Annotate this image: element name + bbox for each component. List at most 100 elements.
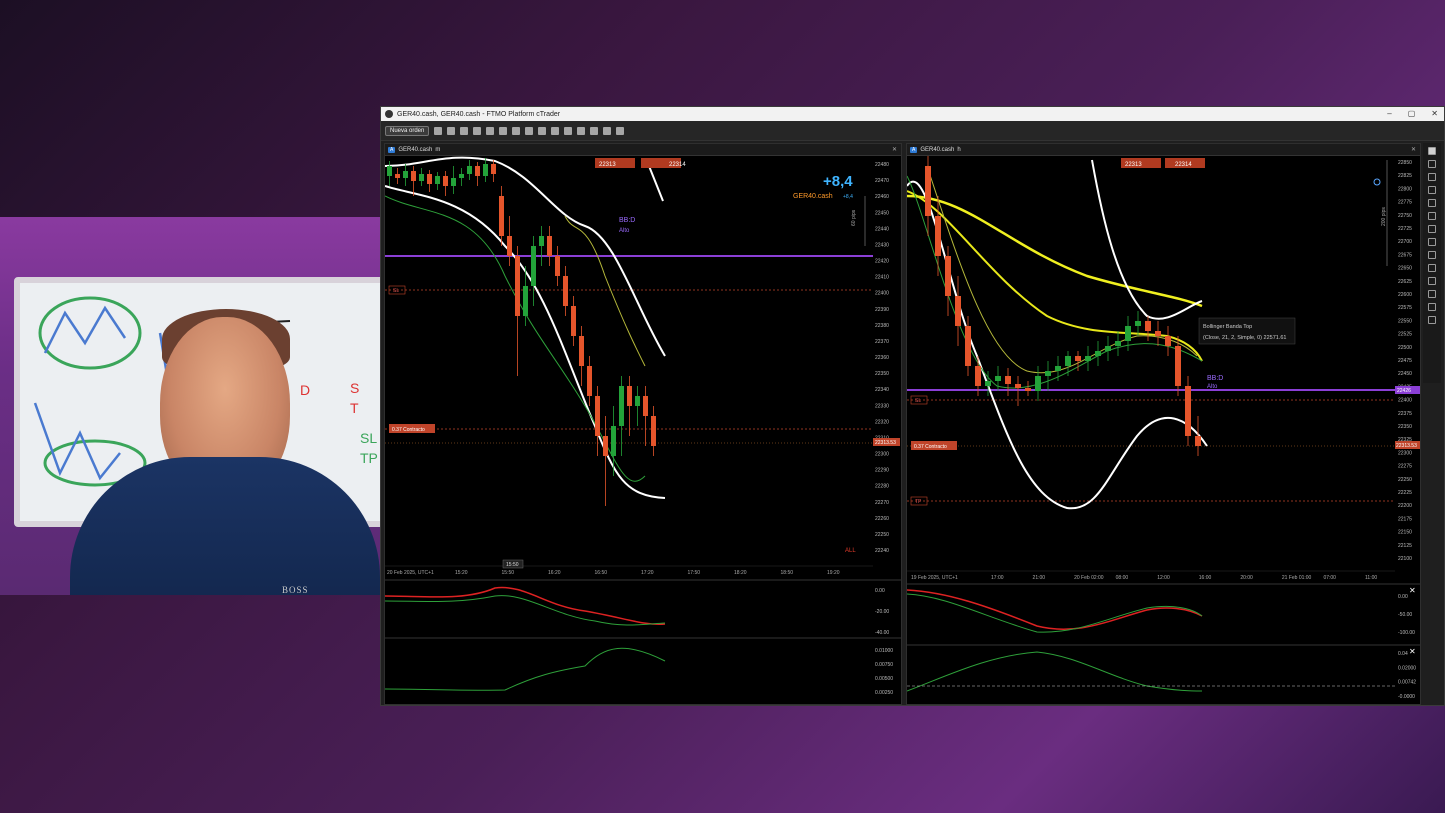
candle[interactable]: [1095, 351, 1101, 356]
link-icon[interactable]: [603, 126, 612, 135]
chart-tab-right[interactable]: A GER40.cash h ✕: [907, 144, 1420, 156]
candle[interactable]: [403, 171, 408, 178]
color-icon[interactable]: [1428, 277, 1436, 285]
trend-line-icon[interactable]: [1428, 186, 1436, 194]
candle[interactable]: [1005, 376, 1011, 384]
channel-icon[interactable]: [1428, 212, 1436, 220]
candle[interactable]: [547, 236, 552, 256]
close-chart-icon[interactable]: ✕: [1411, 146, 1416, 153]
timeframe-label[interactable]: m: [435, 147, 440, 153]
eye-icon[interactable]: [564, 126, 573, 135]
candle[interactable]: [627, 386, 632, 406]
crosshair-icon[interactable]: [1428, 160, 1436, 168]
candle[interactable]: [563, 276, 568, 306]
more-icon[interactable]: [616, 126, 625, 135]
candle[interactable]: [1125, 326, 1131, 341]
text-icon[interactable]: [1428, 264, 1436, 272]
candle[interactable]: [995, 376, 1001, 381]
candle[interactable]: [611, 426, 616, 456]
candle[interactable]: [955, 296, 961, 326]
candle[interactable]: [483, 164, 488, 176]
candle[interactable]: [531, 246, 536, 286]
candle[interactable]: [1185, 386, 1191, 436]
candle[interactable]: [1155, 331, 1161, 336]
candle[interactable]: [965, 326, 971, 366]
candle[interactable]: [435, 176, 440, 184]
candle[interactable]: [523, 286, 528, 316]
screenshot-icon[interactable]: [577, 126, 586, 135]
candle[interactable]: [515, 256, 520, 316]
zoom-out-icon[interactable]: [499, 126, 508, 135]
maximize-button[interactable]: ▢: [1408, 107, 1416, 121]
candle[interactable]: [925, 166, 931, 216]
candle[interactable]: [555, 256, 560, 276]
candle[interactable]: [1015, 384, 1021, 388]
candle[interactable]: [595, 396, 600, 436]
indicators-icon[interactable]: [525, 126, 534, 135]
candle[interactable]: [975, 366, 981, 386]
ray-icon[interactable]: [1428, 199, 1436, 207]
close-chart-icon[interactable]: ✕: [892, 146, 897, 153]
candle[interactable]: [587, 366, 592, 396]
candle[interactable]: [499, 196, 504, 236]
new-order-button[interactable]: Nueva orden: [385, 125, 430, 136]
candle[interactable]: [651, 416, 656, 446]
candle[interactable]: [507, 236, 512, 256]
cursor-icon[interactable]: [1428, 147, 1436, 155]
symbol-label[interactable]: GER40.cash: [398, 147, 432, 153]
candle[interactable]: [945, 256, 951, 296]
candle[interactable]: [1035, 376, 1041, 391]
settings-icon[interactable]: [590, 126, 599, 135]
zoom-in-icon[interactable]: [486, 126, 495, 135]
candle[interactable]: [935, 216, 941, 256]
candle[interactable]: [539, 236, 544, 246]
candle[interactable]: [1175, 346, 1181, 386]
candle[interactable]: [451, 178, 456, 186]
candle[interactable]: [491, 164, 496, 174]
candle[interactable]: [643, 396, 648, 416]
pitchfork-icon[interactable]: [1428, 238, 1436, 246]
fibonacci-icon[interactable]: [1428, 225, 1436, 233]
candle[interactable]: [1025, 388, 1031, 391]
candle[interactable]: [1115, 341, 1121, 346]
layout-grid-icon[interactable]: [460, 126, 469, 135]
candle[interactable]: [475, 166, 480, 176]
candle[interactable]: [419, 174, 424, 181]
candle[interactable]: [571, 306, 576, 336]
candle[interactable]: [459, 174, 464, 178]
candles-icon[interactable]: [512, 126, 521, 135]
right-chart-canvas[interactable]: 22850 22825 22800 22775 22750 22725 22700 22675…: [906, 156, 1420, 704]
candle[interactable]: [985, 381, 991, 386]
candle[interactable]: [1075, 356, 1081, 361]
candle[interactable]: [579, 336, 584, 366]
left-chart-canvas[interactable]: 22480 22470 22460 22450 22440 22430 22420 22410…: [384, 156, 901, 704]
alert-icon[interactable]: [1428, 290, 1436, 298]
candle[interactable]: [1045, 371, 1051, 376]
candle[interactable]: [635, 396, 640, 406]
chart-type-icon[interactable]: [473, 126, 482, 135]
history-icon[interactable]: [1428, 316, 1436, 324]
minimize-button[interactable]: –: [1387, 107, 1391, 121]
layout-single-icon[interactable]: [434, 126, 443, 135]
timeframe-label[interactable]: h: [957, 147, 960, 153]
close-indicator-icon[interactable]: ✕: [1409, 647, 1416, 656]
candle[interactable]: [443, 176, 448, 186]
candle[interactable]: [395, 174, 400, 178]
candle[interactable]: [619, 386, 624, 426]
symbol-label[interactable]: GER40.cash: [920, 147, 954, 153]
candle[interactable]: [1165, 336, 1171, 346]
bot-icon[interactable]: [538, 126, 547, 135]
candle[interactable]: [427, 174, 432, 184]
candle[interactable]: [1145, 321, 1151, 331]
candle[interactable]: [1065, 356, 1071, 366]
candle[interactable]: [1135, 321, 1141, 326]
candle[interactable]: [387, 166, 392, 176]
layout-split-icon[interactable]: [447, 126, 456, 135]
candle[interactable]: [1105, 346, 1111, 351]
candle[interactable]: [411, 171, 416, 181]
candle[interactable]: [1055, 366, 1061, 371]
candle[interactable]: [1085, 356, 1091, 361]
candle[interactable]: [467, 166, 472, 174]
horizontal-line-icon[interactable]: [1428, 173, 1436, 181]
template-icon[interactable]: [551, 126, 560, 135]
